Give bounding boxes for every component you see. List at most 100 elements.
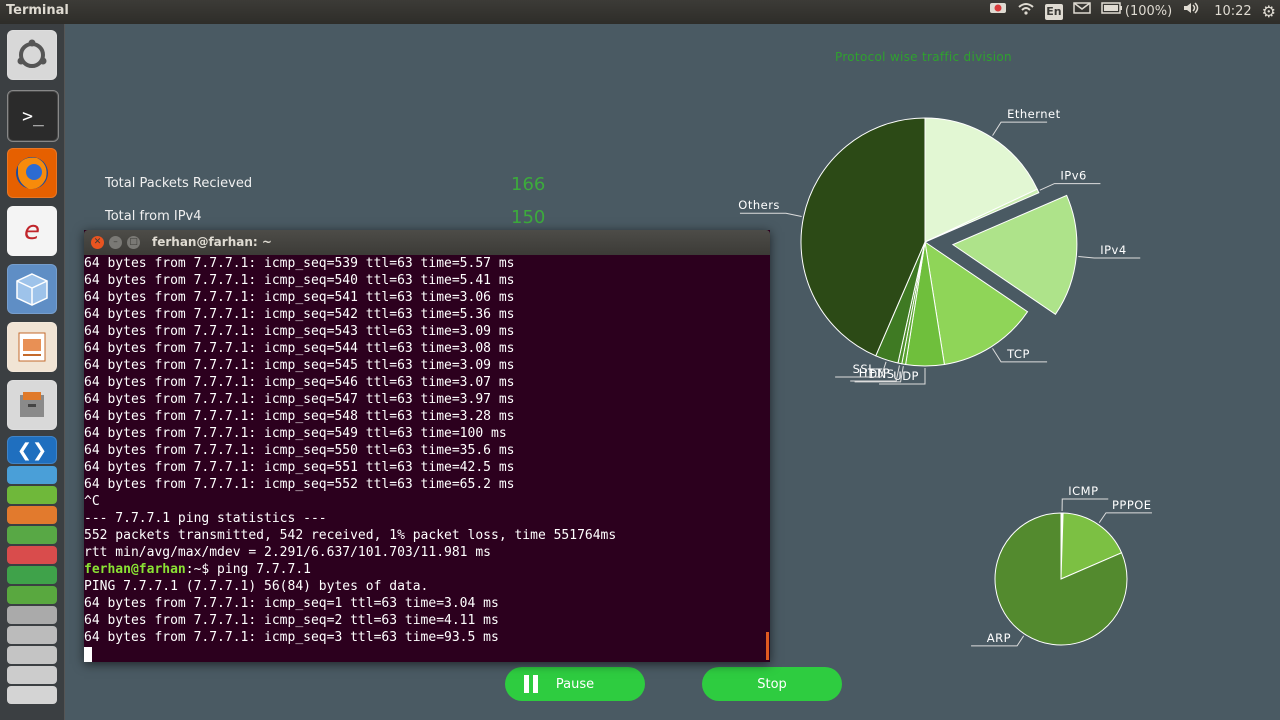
terminal-titlebar[interactable]: ✕ – □ ferhan@farhan: ~ [84, 230, 770, 255]
maximize-button[interactable]: □ [127, 236, 140, 249]
protocol-chart-title: Protocol wise traffic division [835, 50, 1012, 64]
stacked-app-icon[interactable] [7, 526, 57, 544]
terminal-line: 64 bytes from 7.7.7.1: icmp_seq=2 ttl=63… [84, 613, 499, 628]
pie-label-ipv4: IPv4 [1100, 243, 1126, 257]
launcher: >_ e ❮❯ [0, 24, 65, 720]
pie-leader-line [850, 365, 900, 382]
pie-label-others: Others [738, 198, 780, 212]
pie-slice-pppoe[interactable] [1060, 512, 1123, 580]
active-app-title: Terminal [6, 3, 69, 18]
pie-label-arp: ARP [987, 631, 1011, 645]
pie-leader-line [971, 635, 1025, 647]
pause-label: Pause [555, 676, 595, 692]
stop-button[interactable]: Stop [702, 667, 842, 701]
pie-slice-ipv6[interactable] [924, 188, 1040, 243]
pie-leader-line [992, 348, 1048, 363]
virtualbox-icon[interactable] [7, 264, 57, 314]
gear-icon[interactable]: ⚙ [1262, 0, 1276, 24]
stacked-app-icon[interactable] [7, 686, 57, 704]
prompt-command: :~$ ping 7.7.7.1 [185, 562, 311, 577]
pie-leader-line [992, 121, 1048, 136]
clock[interactable]: 10:22 [1214, 0, 1251, 24]
stacked-app-icon[interactable] [7, 466, 57, 484]
pie-slice-http[interactable] [897, 241, 926, 365]
stacked-app-icon[interactable] [7, 606, 57, 624]
pie-leader-line [1061, 498, 1109, 512]
terminal-line: rtt min/avg/max/mdev = 2.291/6.637/101.7… [84, 545, 491, 560]
terminal-line: 64 bytes from 7.7.7.1: icmp_seq=544 ttl=… [84, 341, 515, 356]
terminal-line: 64 bytes from 7.7.7.1: icmp_seq=540 ttl=… [84, 273, 515, 288]
stacked-app-icon[interactable] [7, 626, 57, 644]
stacked-app-icon[interactable] [7, 506, 57, 524]
pie-slice-arp[interactable] [994, 512, 1128, 646]
pie-leader-line [739, 212, 802, 217]
total-packets-label: Total Packets Recieved [105, 176, 253, 191]
pie-label-ssl: SSL [853, 362, 876, 376]
pie-label-ipv6: IPv6 [1060, 169, 1086, 183]
pie-label-icmp: ICMP [1068, 484, 1098, 498]
pie-leader-line [854, 366, 904, 383]
battery-percent: (100%) [1124, 4, 1173, 19]
pie-label-dns: DNS [868, 367, 894, 381]
close-button[interactable]: ✕ [91, 236, 104, 249]
stop-label: Stop [757, 676, 787, 692]
keyboard-layout-indicator[interactable]: En [1044, 4, 1063, 20]
pie-leader-line [835, 361, 887, 378]
pie-leader-line [1078, 255, 1141, 259]
total-packets-value: 166 [511, 174, 546, 195]
terminal-scrollbar[interactable] [766, 632, 769, 660]
terminal-window[interactable]: ✕ – □ ferhan@farhan: ~ 64 bytes from 7.7… [84, 230, 770, 662]
volume-icon[interactable] [1182, 0, 1200, 24]
libreoffice-icon[interactable]: e [7, 206, 57, 256]
prompt-user: ferhan@farhan [84, 562, 186, 577]
text-cursor [84, 647, 92, 662]
pie-slice-ssl[interactable] [875, 241, 926, 364]
pie-label-udp: UDP [893, 369, 919, 383]
stacked-app-icon[interactable] [7, 646, 57, 664]
firefox-icon[interactable] [7, 148, 57, 198]
impress-icon[interactable] [7, 322, 57, 372]
terminal-line: PING 7.7.7.1 (7.7.7.1) 56(84) bytes of d… [84, 579, 429, 594]
terminal-line: 64 bytes from 7.7.7.1: icmp_seq=539 ttl=… [84, 256, 515, 271]
terminal-line: 64 bytes from 7.7.7.1: icmp_seq=551 ttl=… [84, 460, 515, 475]
terminal-line: ^C [84, 494, 100, 509]
pie-slice-tcp[interactable] [924, 240, 1029, 366]
stacked-app-icon[interactable] [7, 566, 57, 584]
pie-slice-udp[interactable] [905, 241, 945, 367]
stacked-app-icon[interactable] [7, 586, 57, 604]
terminal-line: 64 bytes from 7.7.7.1: icmp_seq=549 ttl=… [84, 426, 507, 441]
stacked-app-icon[interactable] [7, 486, 57, 504]
minimize-button[interactable]: – [109, 236, 122, 249]
terminal-icon[interactable]: >_ [7, 90, 59, 142]
terminal-line: 552 packets transmitted, 542 received, 1… [84, 528, 617, 543]
pie-slice-dns[interactable] [901, 241, 926, 366]
pie-slice-ethernet[interactable] [924, 117, 1038, 243]
stacked-app-icon[interactable] [7, 666, 57, 684]
recording-icon[interactable] [989, 0, 1007, 24]
pause-button[interactable]: Pause [505, 667, 645, 701]
terminal-line: 64 bytes from 7.7.7.1: icmp_seq=548 ttl=… [84, 409, 515, 424]
terminal-title: ferhan@farhan: ~ [152, 235, 272, 249]
terminal-line: 64 bytes from 7.7.7.1: icmp_seq=541 ttl=… [84, 290, 515, 305]
pie-slice-others[interactable] [800, 117, 926, 357]
vscode-icon[interactable]: ❮❯ [7, 436, 57, 464]
pie-slice-ipv4[interactable] [951, 194, 1078, 316]
terminal-output[interactable]: 64 bytes from 7.7.7.1: icmp_seq=539 ttl=… [84, 255, 770, 662]
mail-icon[interactable] [1073, 0, 1091, 24]
pie-label-http: HTTP [859, 366, 890, 380]
stacked-app-icon[interactable] [7, 546, 57, 564]
pie-slice-icmp[interactable] [1060, 512, 1064, 580]
ubuntu-dash-icon[interactable] [7, 30, 57, 80]
terminal-prompt-line: ferhan@farhan:~$ ping 7.7.7.1 [84, 561, 770, 578]
terminal-line: 64 bytes from 7.7.7.1: icmp_seq=542 ttl=… [84, 307, 515, 322]
battery-icon[interactable] [1101, 0, 1123, 24]
pie-label-tcp: TCP [1006, 347, 1030, 361]
terminal-line: 64 bytes from 7.7.7.1: icmp_seq=545 ttl=… [84, 358, 515, 373]
file-manager-icon[interactable] [7, 380, 57, 430]
wifi-icon[interactable] [1017, 0, 1035, 24]
pie-leader-line [1098, 512, 1152, 524]
indicator-area: En (100%) 10:22 ⚙ [989, 0, 1280, 24]
terminal-cursor-line [84, 646, 770, 662]
terminal-line: 64 bytes from 7.7.7.1: icmp_seq=546 ttl=… [84, 375, 515, 390]
pie-label-ethernet: Ethernet [1007, 107, 1061, 121]
